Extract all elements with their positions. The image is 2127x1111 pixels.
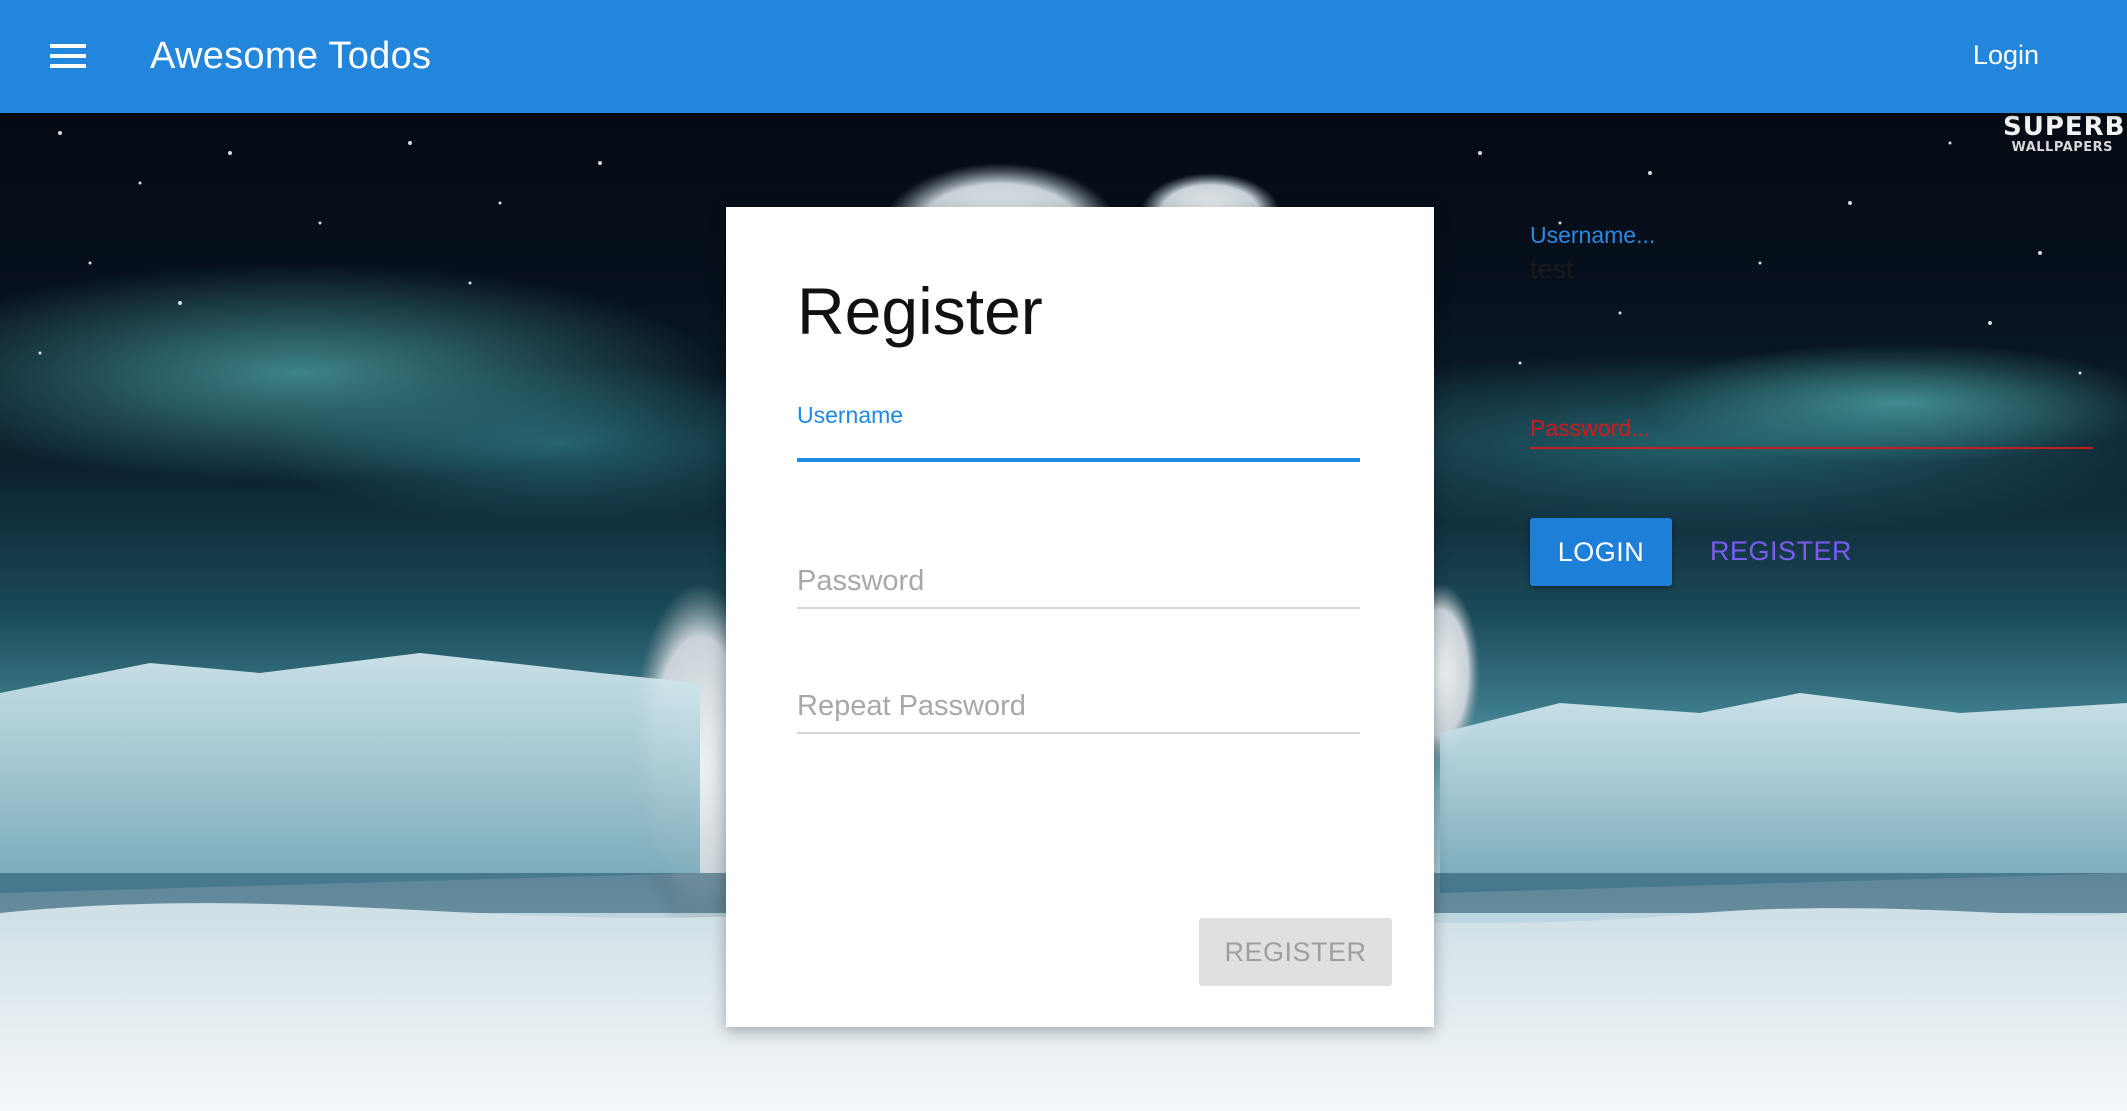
side-password-label[interactable]: Password... <box>1530 415 1650 442</box>
side-register-link[interactable]: REGISTER <box>1710 536 1852 567</box>
username-field[interactable]: Username <box>797 402 1360 462</box>
repeat-password-underline <box>797 732 1360 734</box>
register-card: Register Username Password Repeat Passwo… <box>726 207 1434 1027</box>
repeat-password-placeholder: Repeat Password <box>797 690 1026 722</box>
appbar-login-link[interactable]: Login <box>1973 30 2039 80</box>
repeat-password-field[interactable]: Repeat Password <box>797 684 1360 736</box>
password-placeholder: Password <box>797 565 925 597</box>
register-title: Register <box>797 274 1043 348</box>
register-submit-button[interactable]: REGISTER <box>1199 918 1392 986</box>
watermark-logo: SUPERB WALLPAPERS <box>2003 112 2126 155</box>
side-username-label: Username... <box>1530 222 1656 248</box>
side-username-input[interactable]: test <box>1530 254 1574 285</box>
app-bar: Awesome Todos Login <box>0 0 2127 113</box>
username-label: Username <box>797 402 904 428</box>
hamburger-menu-icon[interactable] <box>40 28 96 84</box>
side-password-underline <box>1530 447 2093 449</box>
watermark-line2: WALLPAPERS <box>2011 140 2113 155</box>
username-input[interactable] <box>797 428 1360 462</box>
watermark-line1: SUPERB <box>2003 112 2126 142</box>
password-underline <box>797 607 1360 609</box>
app-title: Awesome Todos <box>150 35 432 77</box>
password-field[interactable]: Password <box>797 559 1360 611</box>
username-underline <box>797 458 1360 462</box>
side-login-form: Username... test Password... LOGIN REGIS… <box>1530 210 2095 610</box>
side-login-button[interactable]: LOGIN <box>1530 518 1672 586</box>
